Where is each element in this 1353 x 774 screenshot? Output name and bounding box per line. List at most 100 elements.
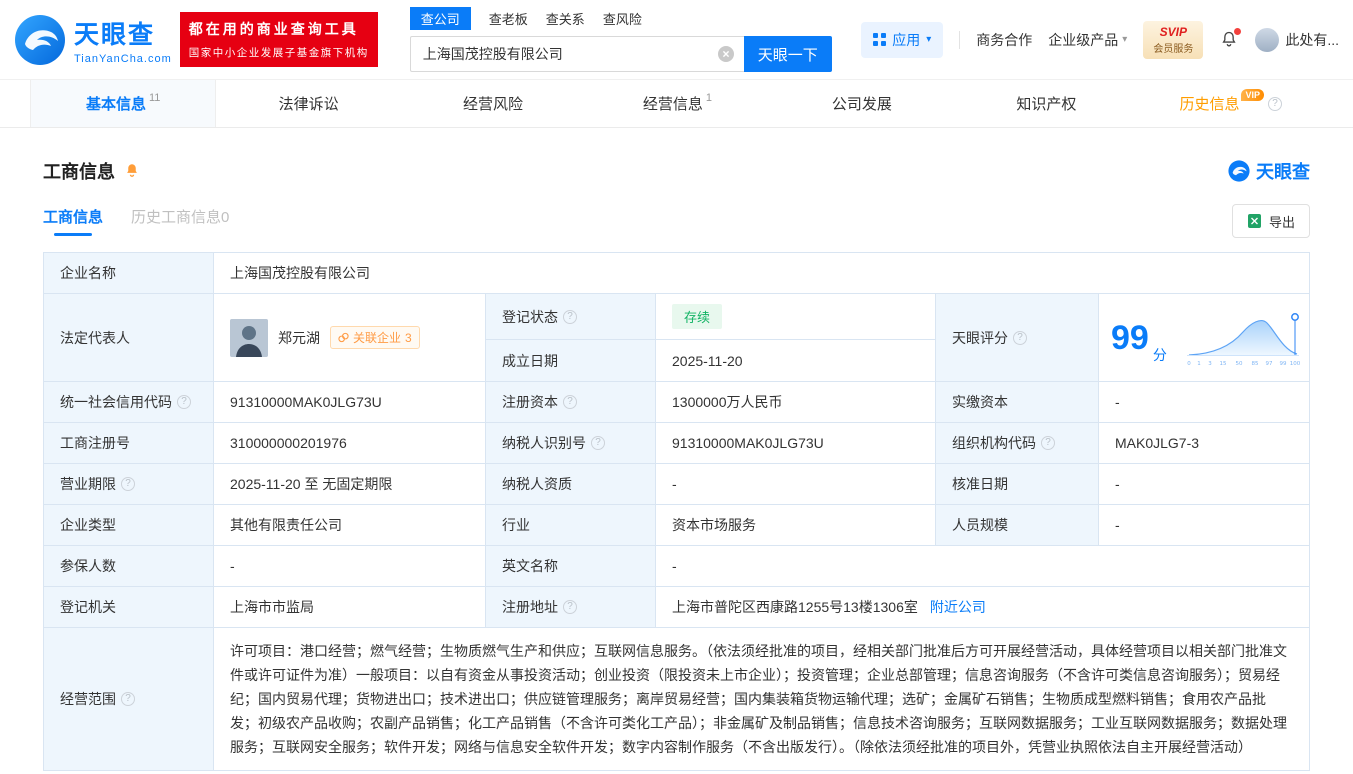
help-icon[interactable]: ?	[1268, 96, 1282, 111]
table-row: 统一社会信用代码 ? 91310000MAK0JLG73U 注册资本 ? 130…	[44, 382, 1310, 423]
search-input[interactable]	[409, 36, 744, 72]
help-icon[interactable]: ?	[177, 395, 191, 409]
svg-text:15: 15	[1220, 361, 1227, 367]
tab-count-badge: 1	[705, 91, 713, 104]
legal-rep-avatar[interactable]	[230, 318, 268, 357]
tab-operating-info[interactable]: 经营信息 1	[585, 80, 769, 127]
link-icon	[338, 332, 349, 343]
company-nav-tabs: 基本信息 11 法律诉讼 经营风险 经营信息 1 公司发展 知识产权 历史信息 …	[0, 80, 1353, 128]
notification-bell-icon[interactable]	[1219, 27, 1242, 50]
tab-label: 基本信息	[85, 96, 146, 113]
top-header: 天眼查 TianYanCha.com 都在用的商业查询工具 国家中小企业发展子基…	[0, 0, 1353, 80]
tab-basic-info[interactable]: 基本信息 11	[30, 80, 217, 127]
registered-address-cell: 上海市普陀区西康路1255号13楼1306室 附近公司	[656, 587, 1310, 628]
tab-company-development[interactable]: 公司发展	[770, 80, 954, 127]
divider	[959, 30, 961, 49]
help-icon[interactable]: ?	[563, 309, 577, 324]
taxpayer-id-value: 91310000MAK0JLG73U	[656, 423, 936, 464]
svg-text:0: 0	[1187, 361, 1191, 367]
tab-operating-risk[interactable]: 经营风险	[401, 80, 585, 127]
label-registration-authority: 登记机关	[44, 587, 214, 628]
subtab-history-business-info[interactable]: 历史工商信息0	[131, 206, 229, 236]
user-menu[interactable]: 此处有...	[1255, 27, 1339, 52]
search-tab-relation[interactable]: 查关系	[546, 7, 585, 30]
tab-legal-proceedings[interactable]: 法律诉讼	[216, 80, 400, 127]
english-name-value: -	[656, 546, 1310, 587]
search-tab-risk[interactable]: 查风险	[603, 7, 642, 30]
label-establish-date: 成立日期	[486, 340, 656, 382]
table-row: 参保人数 - 英文名称 -	[44, 546, 1310, 587]
status-date-block: 登记状态 ? 存续 成立日期 2025-11-20	[486, 294, 936, 382]
status-badge: 存续	[672, 304, 723, 329]
help-icon[interactable]: ?	[591, 436, 605, 450]
staff-size-value: -	[1099, 505, 1310, 546]
search-tab-company[interactable]: 查公司	[409, 7, 471, 30]
svg-text:99: 99	[1280, 361, 1287, 367]
search-tab-boss[interactable]: 查老板	[489, 7, 528, 30]
label-staff-size: 人员规模	[936, 505, 1099, 546]
tianyancha-logo[interactable]: 天眼查 TianYanCha.com	[14, 14, 172, 66]
clear-search-icon[interactable]	[717, 46, 734, 62]
help-icon[interactable]: ?	[121, 692, 135, 706]
business-scope-value: 许可项目：港口经营；燃气经营；生物质燃气生产和供应；互联网信息服务。（依法须经批…	[214, 628, 1310, 771]
label-business-scope: 经营范围 ?	[44, 628, 214, 771]
member-service-label: 会员服务	[1153, 43, 1194, 55]
help-icon[interactable]: ?	[563, 395, 577, 409]
user-avatar	[1255, 27, 1280, 52]
label-legal-representative: 法定代表人	[44, 294, 214, 382]
label-company-name: 企业名称	[44, 253, 214, 294]
registration-number-value: 310000000201976	[214, 423, 486, 464]
label-paid-capital: 实缴资本	[936, 382, 1099, 423]
label-registration-number: 工商注册号	[44, 423, 214, 464]
business-term-value: 2025-11-20 至 无固定期限	[214, 464, 486, 505]
table-row: 企业名称 上海国茂控股有限公司	[44, 253, 1310, 294]
business-cooperation-link[interactable]: 商务合作	[976, 30, 1032, 50]
search-type-tabs: 查公司 查老板 查关系 查风险	[409, 7, 832, 30]
svip-member-badge[interactable]: SVIP 会员服务	[1143, 20, 1204, 59]
label-taxpayer-quality: 纳税人资质	[486, 464, 656, 505]
nearby-companies-link[interactable]: 附近公司	[930, 597, 986, 617]
export-button[interactable]: 导出	[1231, 204, 1310, 238]
enterprise-products-label: 企业级产品	[1048, 31, 1119, 48]
help-icon[interactable]: ?	[563, 600, 577, 614]
apps-button[interactable]: 应用 ▾	[861, 21, 944, 58]
help-icon[interactable]: ?	[1013, 330, 1027, 345]
help-icon[interactable]: ?	[1041, 436, 1055, 450]
monitor-bell-icon[interactable]	[123, 162, 141, 180]
brand-domain: TianYanCha.com	[74, 52, 172, 65]
search-box	[409, 36, 744, 72]
tab-label: 经营风险	[463, 96, 524, 113]
label-org-code: 组织机构代码 ?	[936, 423, 1099, 464]
help-icon[interactable]: ?	[121, 477, 135, 491]
watermark-brand-name: 天眼查	[1256, 162, 1310, 182]
tab-label: 公司发展	[831, 96, 892, 113]
related-companies-count: 3	[405, 330, 412, 345]
user-name: 此处有...	[1285, 31, 1339, 48]
slogan-line1: 都在用的商业查询工具	[188, 21, 359, 37]
table-row: 营业期限 ? 2025-11-20 至 无固定期限 纳税人资质 - 核准日期 -	[44, 464, 1310, 505]
tab-label: 经营信息	[642, 96, 703, 113]
insured-count-value: -	[214, 546, 486, 587]
business-info-subtabs: 工商信息 历史工商信息0	[43, 206, 229, 236]
paid-capital-value: -	[1099, 382, 1310, 423]
tab-label: 历史信息	[1179, 96, 1240, 113]
legal-rep-name[interactable]: 郑元湖	[278, 328, 320, 348]
taxpayer-quality-value: -	[656, 464, 936, 505]
credit-code-value: 91310000MAK0JLG73U	[214, 382, 486, 423]
subtab-business-info[interactable]: 工商信息	[43, 206, 103, 236]
search-button[interactable]: 天眼一下	[743, 36, 832, 72]
tianyancha-watermark: 天眼查	[1228, 158, 1310, 184]
label-insured-count: 参保人数	[44, 546, 214, 587]
label-tianyan-score: 天眼评分 ?	[936, 294, 1099, 382]
enterprise-products-link[interactable]: 企业级产品 ▾	[1048, 30, 1127, 50]
export-label: 导出	[1268, 214, 1295, 230]
tab-intellectual-property[interactable]: 知识产权	[954, 80, 1138, 127]
related-companies-tag[interactable]: 关联企业 3	[330, 326, 420, 349]
label-taxpayer-id: 纳税人识别号 ?	[486, 423, 656, 464]
registered-address-value: 上海市普陀区西康路1255号13楼1306室	[672, 599, 918, 615]
score-value: 99	[1111, 318, 1149, 357]
tianyan-score-cell: 99 分 0 1 3 15 50 85 97 99 100	[1099, 294, 1310, 382]
tab-history-info[interactable]: 历史信息 VIP ?	[1139, 80, 1323, 127]
label-industry: 行业	[486, 505, 656, 546]
label-business-term: 营业期限 ?	[44, 464, 214, 505]
